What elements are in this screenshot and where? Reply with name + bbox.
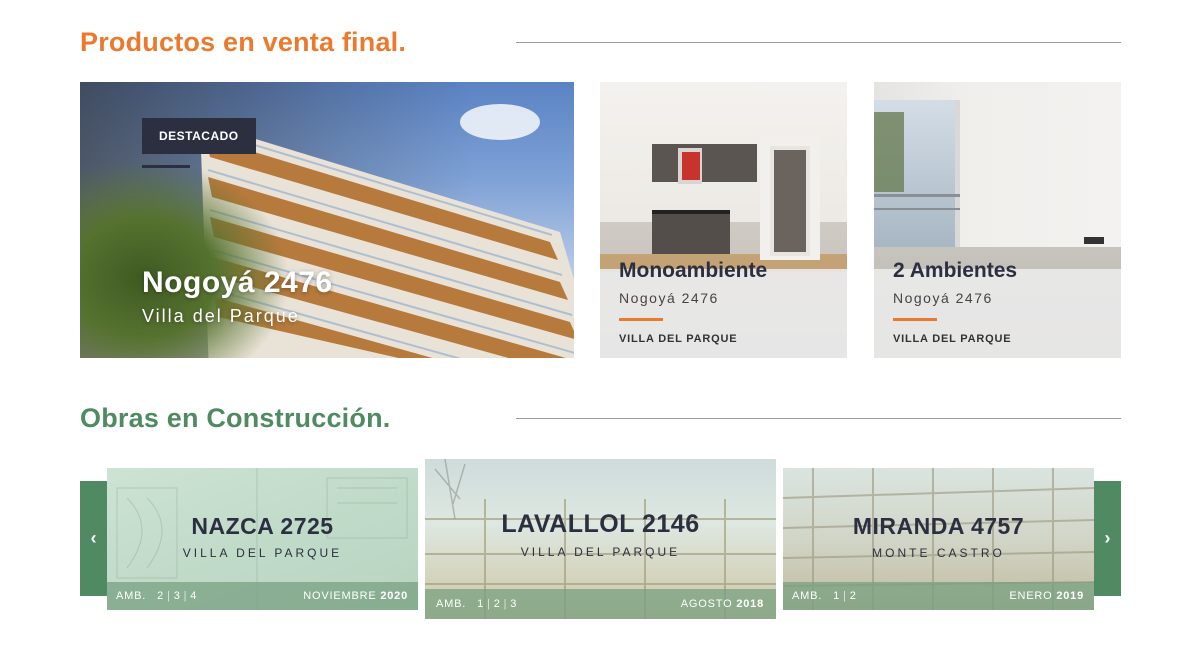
sale-section-title: Productos en venta final. — [80, 27, 407, 57]
wall-outlet — [1084, 237, 1104, 244]
product-card-2-ambientes[interactable]: 2 Ambientes Nogoyá 2476 VILLA DEL PARQUE — [874, 82, 1121, 358]
featured-title[interactable]: Nogoyá 2476 — [142, 266, 333, 300]
construction-info-bar: AMB. 2 | 3 | 4 NOVIEMBRE 2020 — [107, 582, 418, 610]
ambiente-count: 2 — [157, 590, 165, 602]
sale-section-divider — [516, 42, 1121, 43]
window-tree — [874, 112, 904, 192]
delivery-year: 2020 — [380, 590, 408, 602]
delivery-month: AGOSTO — [680, 598, 733, 610]
ambiente-count: 2 — [849, 590, 857, 602]
product-address: Nogoyá 2476 — [893, 290, 993, 306]
delivery-year: 2019 — [1056, 590, 1084, 602]
delivery-month: NOVIEMBRE — [303, 590, 377, 602]
construction-title[interactable]: MIRANDA 4757 — [783, 513, 1094, 540]
ambientes-label: AMB. — [436, 598, 467, 610]
ambiente-count: 1 — [833, 590, 841, 602]
product-address: Nogoyá 2476 — [619, 290, 719, 306]
ambiente-count: 3 — [173, 590, 181, 602]
kitchen-lower-cabinet — [652, 214, 730, 254]
product-accent-line — [619, 318, 663, 321]
ambientes-list: AMB. 2 | 3 | 4 — [116, 590, 200, 602]
delivery-year: 2018 — [736, 598, 764, 610]
ambiente-count: 1 — [477, 598, 485, 610]
delivery-date: NOVIEMBRE 2020 — [303, 590, 408, 602]
featured-badge: DESTACADO — [142, 118, 256, 154]
kitchen-door — [770, 146, 810, 256]
carousel-prev-button[interactable]: ‹ — [80, 481, 107, 596]
chevron-right-icon: › — [1104, 528, 1111, 548]
separator: | — [843, 590, 847, 602]
delivery-date: AGOSTO 2018 — [681, 598, 764, 610]
construction-title[interactable]: LAVALLOL 2146 — [425, 510, 776, 539]
featured-subtitle: Villa del Parque — [142, 306, 300, 326]
carousel-next-button[interactable]: › — [1094, 481, 1121, 596]
ambientes-label: AMB. — [116, 590, 147, 602]
construction-info-bar: AMB. 1 | 2 | 3 AGOSTO 2018 — [425, 589, 776, 619]
construction-zone: VILLA DEL PARQUE — [182, 546, 343, 560]
construction-section-title: Obras en Construcción. — [80, 403, 391, 433]
product-title[interactable]: Monoambiente — [619, 259, 767, 283]
construction-card-lavallol[interactable]: LAVALLOL 2146 VILLA DEL PARQUE AMB. 1 | 2 | 3… — [425, 459, 776, 619]
delivery-date: ENERO 2019 — [1009, 590, 1084, 602]
kitchen-heater — [682, 152, 700, 180]
kitchen-upper-cabinet — [652, 144, 757, 182]
construction-info-bar: AMB. 1 | 2 ENERO 2019 — [783, 582, 1094, 610]
construction-zone: VILLA DEL PARQUE — [520, 545, 681, 559]
construction-title[interactable]: NAZCA 2725 — [107, 513, 418, 540]
ambiente-count: 3 — [510, 598, 518, 610]
product-zone: VILLA DEL PARQUE — [893, 333, 1012, 345]
separator: | — [167, 590, 171, 602]
chevron-left-icon: ‹ — [90, 528, 97, 548]
ambientes-list: AMB. 1 | 2 — [792, 590, 860, 602]
badge-underline — [142, 165, 190, 168]
balcony-rail-lower — [874, 208, 960, 210]
construction-zone: MONTE CASTRO — [872, 546, 1005, 560]
separator: | — [183, 590, 188, 602]
tree-foliage — [80, 158, 290, 358]
balcony-rail — [874, 194, 960, 197]
product-accent-line — [893, 318, 937, 321]
construction-section-divider — [516, 418, 1121, 419]
separator: | — [487, 598, 491, 610]
product-zone: VILLA DEL PARQUE — [619, 333, 738, 345]
featured-property-card[interactable]: DESTACADO Nogoyá 2476 Villa del Parque — [80, 82, 574, 358]
ambientes-label: AMB. — [792, 590, 823, 602]
construction-card-miranda[interactable]: MIRANDA 4757 MONTE CASTRO AMB. 1 | 2 ENERO … — [783, 468, 1094, 610]
delivery-month: ENERO — [1009, 590, 1053, 602]
product-title[interactable]: 2 Ambientes — [893, 259, 1017, 283]
product-card-monoambiente[interactable]: Monoambiente Nogoyá 2476 VILLA DEL PARQU… — [600, 82, 847, 358]
ambiente-count: 4 — [190, 590, 198, 602]
separator: | — [503, 598, 508, 610]
construction-card-nazca[interactable]: NAZCA 2725 VILLA DEL PARQUE AMB. 2 | 3 | 4 NO… — [107, 468, 418, 610]
ambiente-count: 2 — [493, 598, 501, 610]
ambientes-list: AMB. 1 | 2 | 3 — [436, 598, 520, 610]
